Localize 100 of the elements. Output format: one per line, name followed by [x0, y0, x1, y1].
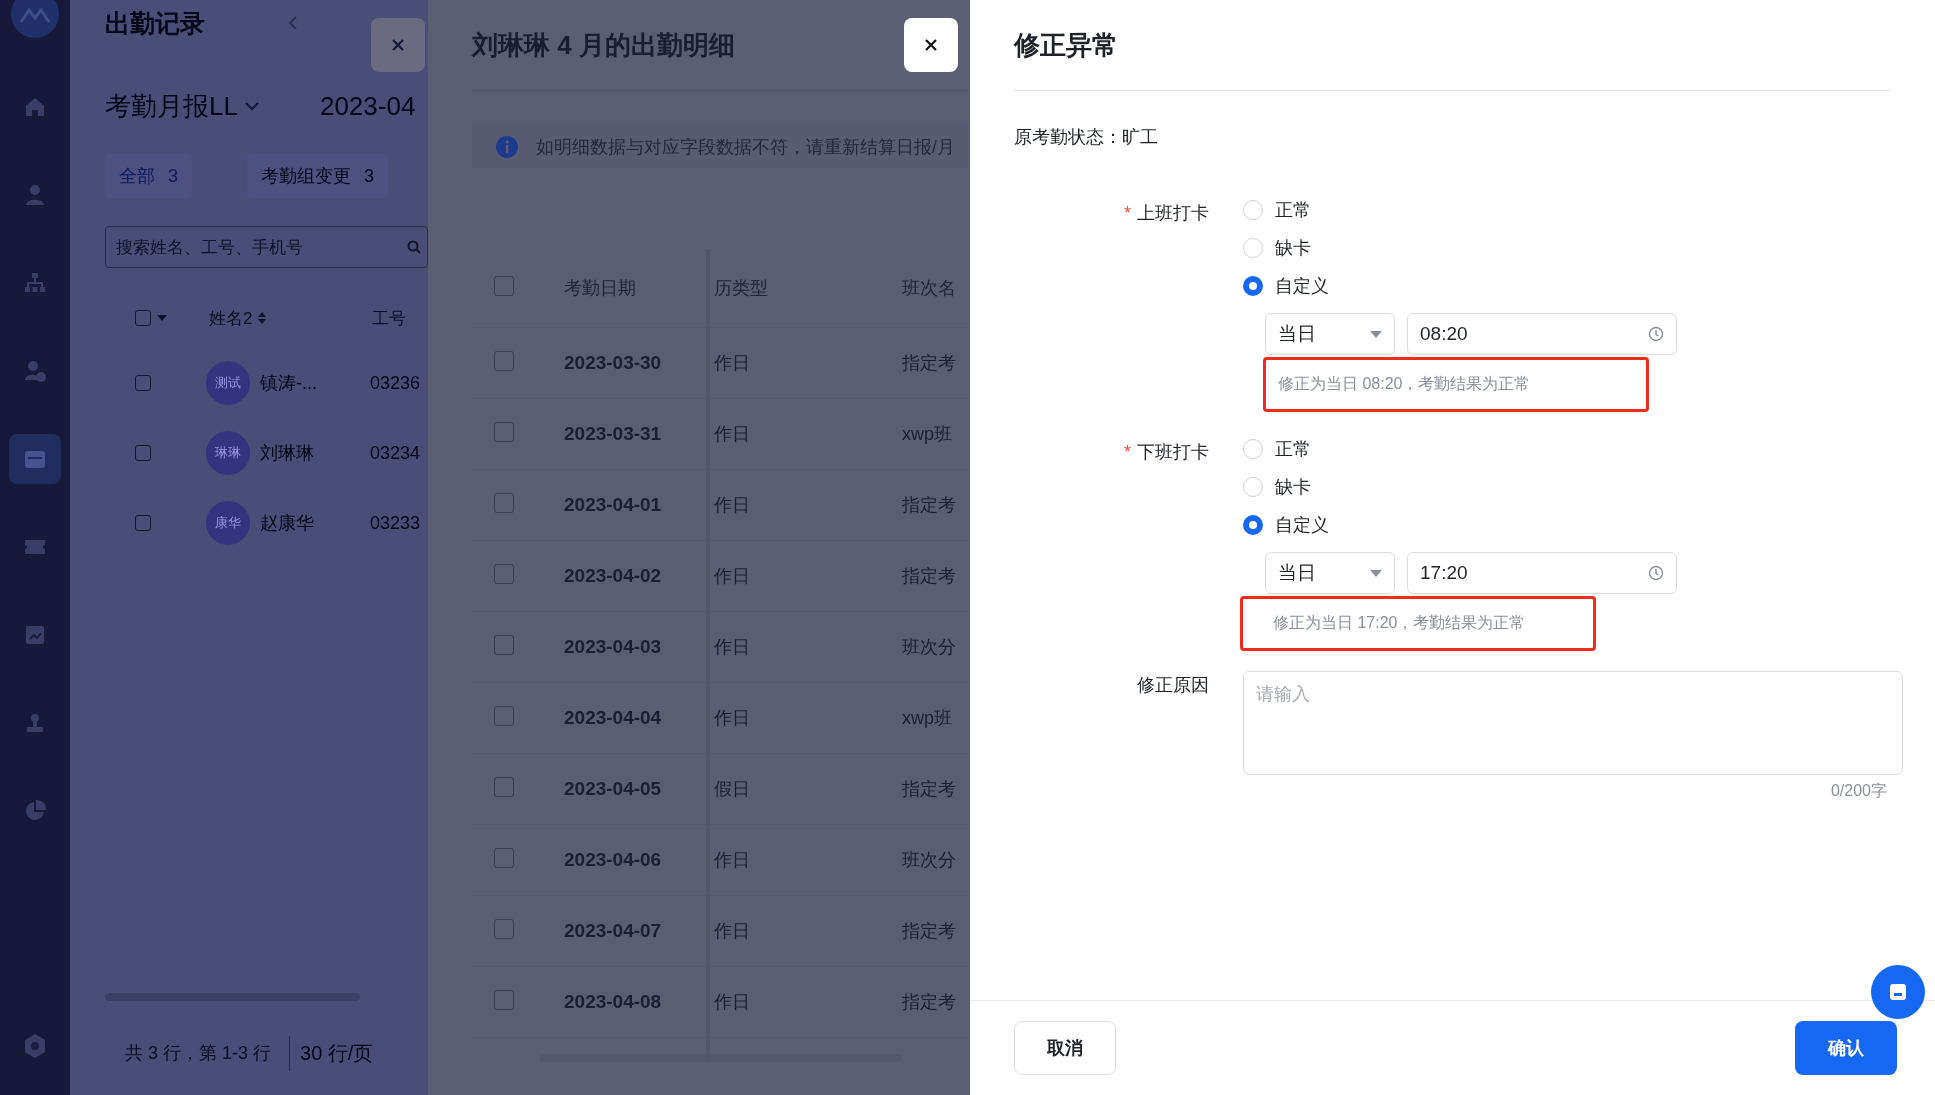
row-checkbox[interactable] — [494, 422, 514, 442]
radio-option[interactable]: 正常 — [1243, 191, 1677, 229]
time-picker[interactable]: 17:20 — [1407, 552, 1677, 594]
row-checkbox[interactable] — [135, 375, 151, 391]
row-checkbox[interactable] — [494, 777, 514, 797]
table-cell-text: 镇涛-... — [260, 372, 318, 395]
close-button[interactable] — [904, 18, 958, 72]
table-cell-text: 指定考 — [902, 991, 956, 1014]
hint-text: 修正为当日 17:20，考勤结果为正常 — [1240, 596, 1596, 651]
day-select[interactable]: 当日 — [1265, 552, 1395, 594]
table-cell: 03234 — [370, 442, 421, 464]
pie-chart-icon — [23, 799, 47, 823]
avatar: 琳琳 — [206, 431, 250, 475]
table-cell-text: 作日 — [713, 494, 751, 517]
chat-button[interactable] — [1871, 965, 1925, 1019]
table-cell-text: 指定考 — [902, 920, 956, 943]
field-label: 修正原因 — [1137, 675, 1209, 695]
cancel-button[interactable]: 取消 — [1014, 1021, 1116, 1075]
table-cell-text: 指定考 — [902, 494, 956, 517]
confirm-button[interactable]: 确认 — [1795, 1021, 1897, 1075]
row-checkbox[interactable] — [494, 635, 514, 655]
search-icon — [407, 240, 421, 254]
caret-icon[interactable] — [157, 315, 167, 321]
table-cell-text: 指定考 — [902, 778, 956, 801]
column-header: 考勤日期 — [564, 277, 637, 300]
select-all-checkbox[interactable] — [135, 310, 151, 326]
sidebar-item-active[interactable] — [9, 434, 61, 484]
select-all-checkbox[interactable] — [494, 276, 514, 296]
table-cell-text: 作日 — [713, 991, 751, 1014]
radio-option[interactable]: 自定义 — [1243, 506, 1677, 544]
table-cell-text: 作日 — [713, 920, 751, 943]
row-checkbox[interactable] — [494, 848, 514, 868]
row-checkbox[interactable] — [135, 445, 151, 461]
org-chart-icon — [23, 271, 47, 295]
radio-option[interactable]: 自定义 — [1243, 267, 1677, 305]
row-checkbox[interactable] — [494, 351, 514, 371]
page-title: 出勤记录 — [105, 7, 205, 39]
field-label: 上班打卡 — [1137, 203, 1209, 223]
drawer-title: 修正异常 — [1014, 0, 1891, 91]
table-cell: 03233 — [370, 512, 421, 534]
row-checkbox[interactable] — [494, 919, 514, 939]
radio-button[interactable] — [1243, 276, 1263, 296]
reason-field[interactable]: 请输入 — [1243, 671, 1903, 775]
status-label: 原考勤状态： — [1014, 127, 1122, 147]
table-cell-text: 赵康华 — [260, 512, 315, 535]
settings-icon[interactable] — [22, 1033, 48, 1059]
day-select[interactable]: 当日 — [1265, 313, 1395, 355]
table-cell-text: 作日 — [713, 707, 751, 730]
caret-icon — [1370, 569, 1382, 577]
table-cell-text: 2023-03-31 — [564, 423, 663, 445]
column-header: 历类型 — [713, 277, 769, 300]
home-icon — [23, 95, 47, 119]
table-cell-text: 2023-04-01 — [564, 494, 663, 516]
required-mark: * — [1124, 442, 1131, 462]
row-checkbox[interactable] — [494, 564, 514, 584]
table-cell-text: 作日 — [713, 849, 751, 872]
radio-option[interactable]: 正常 — [1243, 430, 1677, 468]
table-cell-text: 2023-04-08 — [564, 991, 663, 1013]
column-header: 班次名 — [902, 277, 956, 300]
table-cell-text: 作日 — [713, 565, 751, 588]
person-add-icon — [23, 359, 47, 383]
avatar: 测试 — [206, 361, 250, 405]
table-cell: 03236 — [370, 372, 421, 394]
table-cell-text: 班次分 — [902, 636, 956, 659]
logo-icon — [11, 0, 59, 40]
clock-icon — [1648, 565, 1664, 581]
info-icon — [496, 136, 518, 158]
drawer-title: 刘琳琳 4 月的出勤明细 — [472, 28, 735, 62]
table-cell-text: 作日 — [713, 636, 751, 659]
hint-text: 修正为当日 08:20，考勤结果为正常 — [1263, 357, 1649, 412]
table-cell-text: 作日 — [713, 423, 751, 446]
radio-option[interactable]: 缺卡 — [1243, 468, 1677, 506]
sort-icon[interactable] — [258, 311, 267, 325]
table-cell-text: 指定考 — [902, 352, 956, 375]
row-checkbox[interactable] — [494, 493, 514, 513]
close-icon — [391, 38, 405, 52]
table-cell-text: 2023-04-06 — [564, 849, 663, 871]
table-cell-text: 2023-04-03 — [564, 636, 663, 658]
caret-icon — [1370, 330, 1382, 338]
table-cell-text: 作日 — [713, 352, 751, 375]
char-counter: 0/200字 — [1829, 781, 1887, 801]
table-cell-text: 班次分 — [902, 849, 956, 872]
chart-icon — [23, 623, 47, 647]
row-checkbox[interactable] — [135, 515, 151, 531]
row-checkbox[interactable] — [494, 990, 514, 1010]
table-cell-text: 2023-04-04 — [564, 707, 663, 729]
table-cell-text: 指定考 — [902, 565, 956, 588]
person-icon — [23, 183, 47, 207]
avatar: 康华 — [206, 501, 250, 545]
table-cell-text: 2023-04-02 — [564, 565, 663, 587]
table-cell-text: 假日 — [713, 778, 751, 801]
row-checkbox[interactable] — [494, 706, 514, 726]
chat-icon — [1889, 983, 1907, 1001]
time-picker[interactable]: 08:20 — [1407, 313, 1677, 355]
close-icon — [924, 38, 938, 52]
radio-button[interactable] — [1243, 515, 1263, 535]
table-cell-text: 刘琳琳 — [260, 442, 315, 465]
table-cell-text: 2023-04-07 — [564, 920, 663, 942]
table-cell-text: xwp班 — [902, 707, 952, 730]
radio-option[interactable]: 缺卡 — [1243, 229, 1677, 267]
